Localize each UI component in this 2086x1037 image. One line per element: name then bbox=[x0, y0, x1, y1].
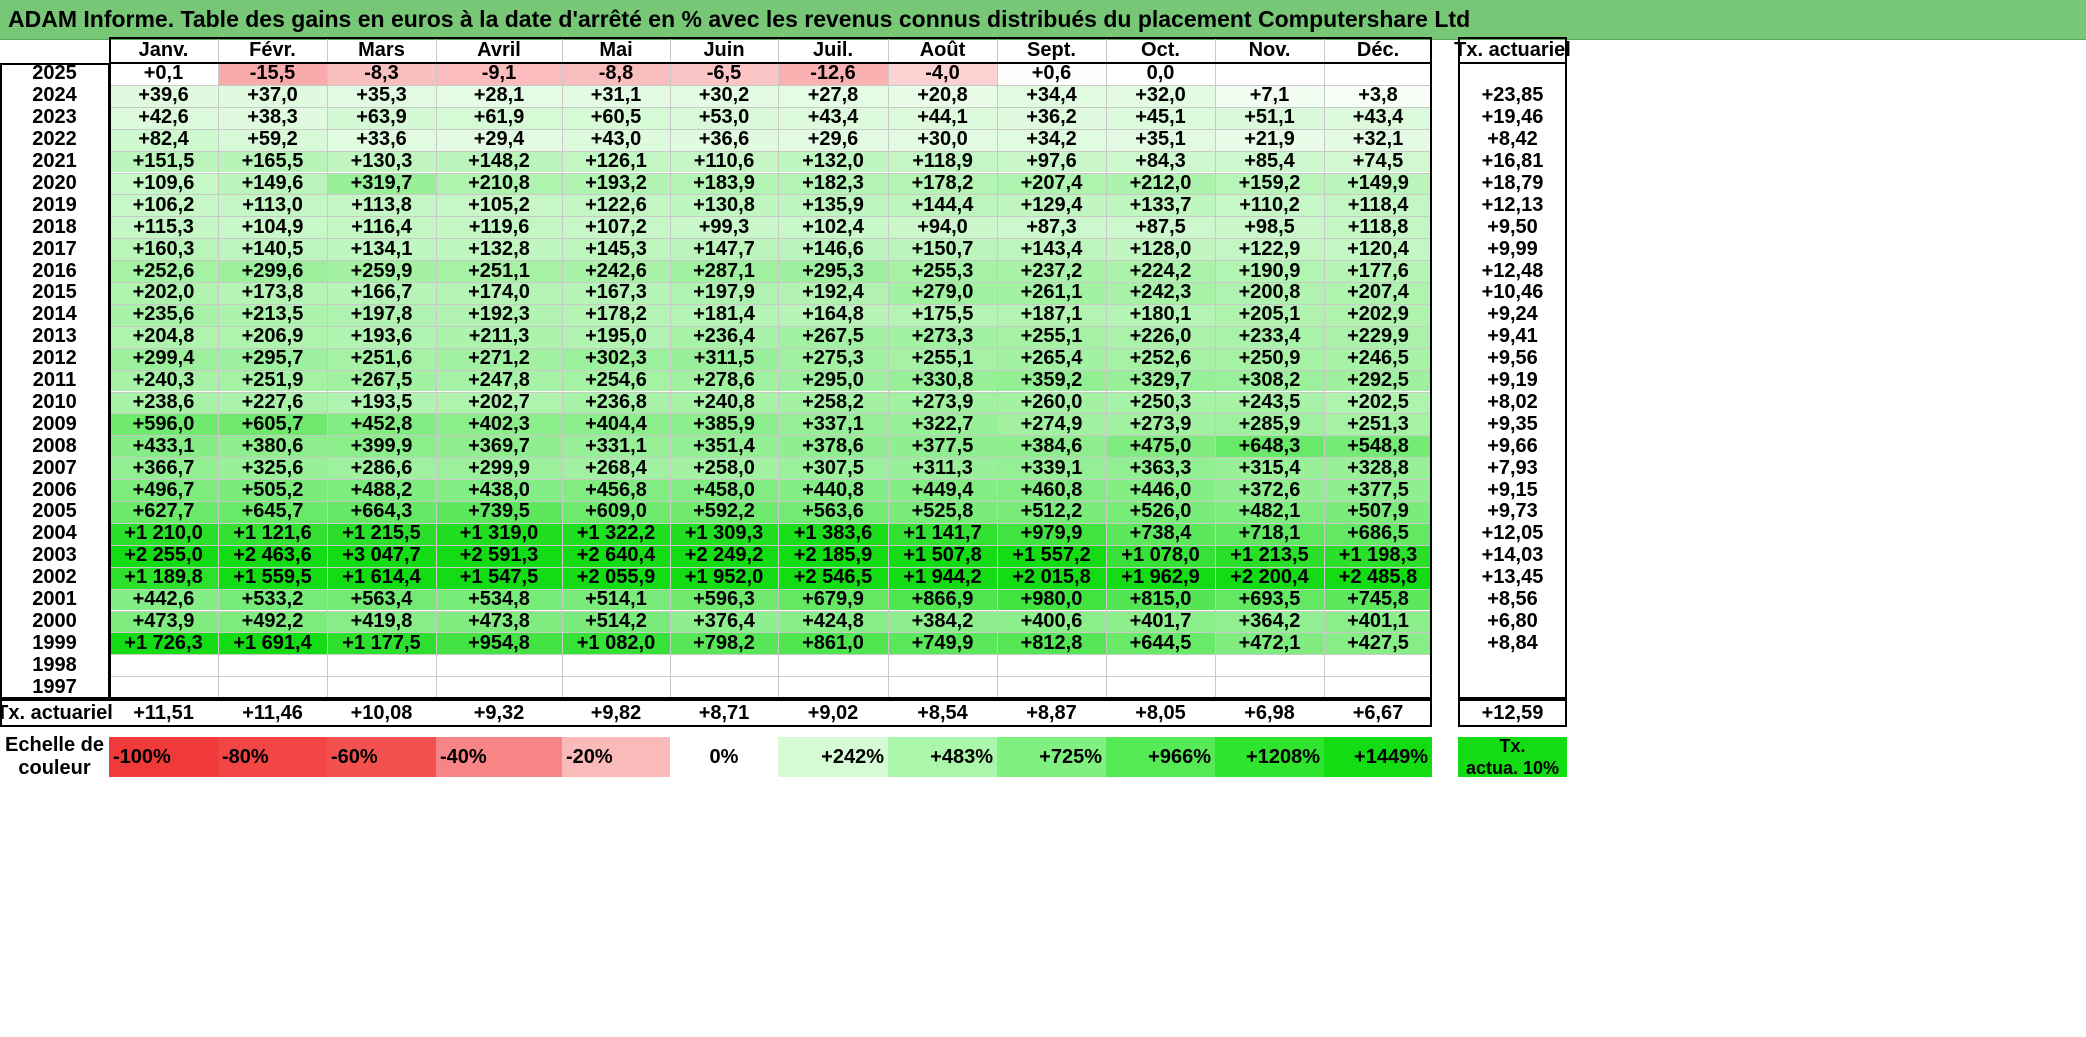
rate-column-frame bbox=[1458, 37, 1567, 699]
legend-rate-line2: actua. 10% bbox=[1465, 758, 1560, 778]
legend-swatch: -100% bbox=[109, 737, 218, 777]
legend-swatch: -20% bbox=[562, 737, 670, 777]
footer-frame bbox=[0, 699, 1432, 727]
legend-label-line1: Echelle de bbox=[5, 734, 104, 756]
legend-swatch: +966% bbox=[1106, 737, 1215, 777]
title-bar: ADAM Informe. Table des gains en euros à… bbox=[0, 0, 2086, 40]
legend-rate-swatch: Tx. actua. 10% bbox=[1458, 736, 1567, 778]
legend-swatch: -80% bbox=[218, 737, 327, 777]
legend-swatch: +725% bbox=[997, 737, 1106, 777]
legend-swatch: +483% bbox=[888, 737, 997, 777]
legend-swatch: +1208% bbox=[1215, 737, 1324, 777]
legend-rate-line1: Tx. bbox=[1499, 736, 1526, 756]
legend-swatch: -40% bbox=[436, 737, 562, 777]
heatmap-sheet: ADAM Informe. Table des gains en euros à… bbox=[0, 0, 2086, 1037]
legend-swatch: -60% bbox=[327, 737, 436, 777]
rate-header-frame bbox=[1458, 37, 1567, 64]
year-column-frame bbox=[0, 63, 110, 699]
legend-label: Echelle de couleur bbox=[0, 734, 109, 779]
legend-swatch: +1449% bbox=[1324, 737, 1432, 777]
page-title: ADAM Informe. Table des gains en euros à… bbox=[8, 6, 1471, 32]
legend-swatch: +242% bbox=[778, 737, 888, 777]
legend-swatch: 0% bbox=[670, 737, 778, 777]
legend-label-line2: couleur bbox=[18, 757, 91, 779]
footer-rate-frame bbox=[1458, 699, 1567, 727]
data-grid-frame bbox=[109, 37, 1432, 699]
